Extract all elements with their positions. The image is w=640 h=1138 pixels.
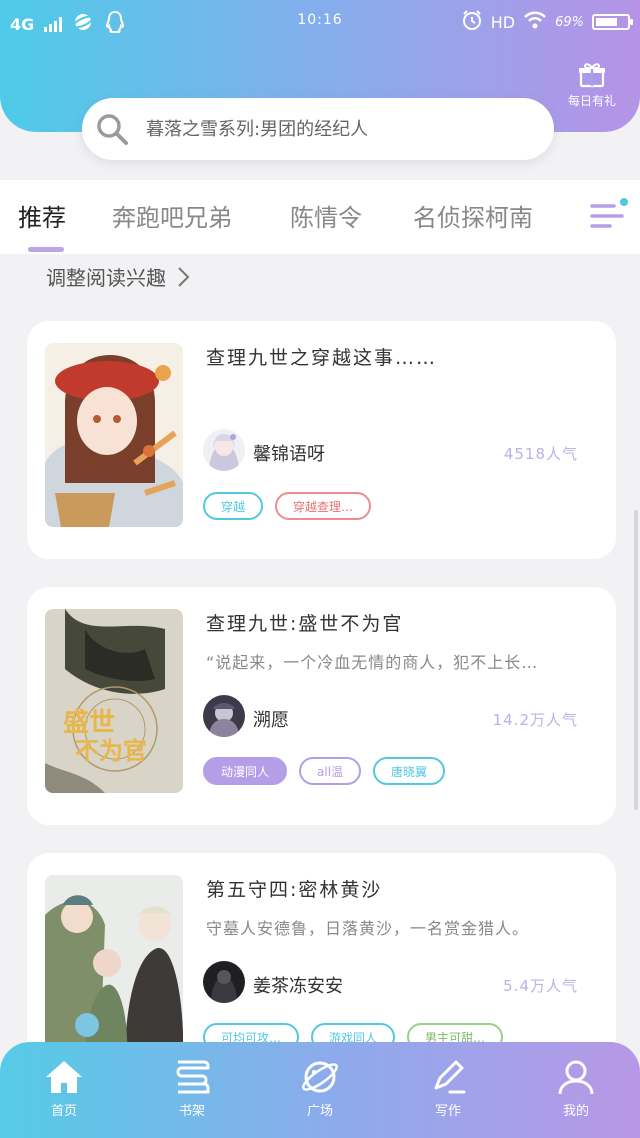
alarm-icon [461, 9, 483, 35]
story-card[interactable]: 查理九世之穿越这事…… 馨锦语呀 4518人气 穿越 穿越查理… [27, 321, 616, 559]
search-icon [92, 109, 132, 149]
wifi-icon [523, 10, 547, 34]
cover-image [45, 343, 183, 527]
tag[interactable]: 动漫同人 [203, 757, 288, 785]
status-bar: 4G 10:16 HD 69% [0, 0, 640, 44]
story-title: 查理九世:盛世不为官 [206, 613, 404, 635]
popularity-count: 14.2万人气 [492, 711, 578, 729]
hd-label: HD [490, 12, 516, 32]
battery-percent: 69% [555, 14, 584, 30]
tag-list: 动漫同人 all温 唐晓翼 [203, 757, 446, 785]
story-card[interactable]: 盛世 不为官 查理九世:盛世不为官 “说起来，一个冷血无情的商人，犯不上长… 溯… [27, 587, 616, 825]
tag[interactable]: all温 [299, 757, 362, 785]
adjust-interest-link[interactable]: 调整阅读兴趣 [46, 262, 190, 291]
nav-square[interactable]: 广场 [280, 1058, 360, 1119]
adjust-interest-label: 调整阅读兴趣 [46, 266, 166, 290]
nav-label: 广场 [306, 1104, 333, 1119]
tab-chen-qing-ling[interactable]: 陈情令 [290, 198, 362, 233]
bookshelf-icon [176, 1060, 210, 1094]
nav-bookshelf[interactable]: 书架 [152, 1058, 232, 1119]
menu-icon [590, 198, 628, 228]
battery-fill [596, 18, 617, 26]
planet-icon [302, 1061, 338, 1093]
nav-write[interactable]: 写作 [408, 1058, 488, 1119]
tag[interactable]: 唐晓翼 [373, 757, 446, 785]
popularity-count: 5.4万人气 [503, 977, 578, 995]
tab-detective-conan[interactable]: 名侦探柯南 [413, 198, 533, 233]
avatar[interactable] [203, 961, 245, 1003]
tab-menu-button[interactable] [590, 194, 630, 238]
category-tabs: 推荐 奔跑吧兄弟 陈情令 名侦探柯南 [0, 180, 640, 254]
active-tab-indicator [28, 247, 64, 252]
author-name: 馨锦语呀 [253, 444, 325, 465]
nav-profile[interactable]: 我的 [536, 1058, 616, 1119]
daily-gift-label: 每日有礼 [567, 94, 616, 108]
popularity-count: 4518人气 [503, 445, 578, 463]
user-icon [558, 1060, 594, 1095]
tab-recommend[interactable]: 推荐 [18, 198, 66, 233]
author-name: 姜茶冻安安 [253, 976, 343, 997]
daily-gift-button[interactable]: 每日有礼 [560, 62, 624, 109]
svg-text:不为官: 不为官 [75, 736, 147, 765]
story-title: 第五守四:密林黄沙 [206, 879, 383, 901]
nav-label: 书架 [178, 1104, 205, 1119]
search-bar[interactable] [82, 98, 554, 160]
nav-home[interactable]: 首页 [24, 1058, 104, 1119]
battery-icon [592, 14, 633, 30]
cover-image: 盛世 不为官 [45, 609, 183, 793]
gift-icon [579, 63, 605, 88]
avatar[interactable] [203, 429, 245, 471]
tag[interactable]: 穿越查理… [275, 492, 372, 520]
story-summary: “说起来，一个冷血无情的商人，犯不上长… [206, 653, 539, 672]
author-name: 溯愿 [253, 710, 289, 731]
status-right: HD 69% [461, 9, 633, 35]
nav-label: 首页 [50, 1104, 77, 1119]
home-icon [46, 1061, 82, 1093]
pen-icon [434, 1060, 466, 1094]
cover-image [45, 875, 183, 1059]
nav-label: 写作 [434, 1104, 461, 1119]
scrollbar[interactable] [634, 510, 638, 810]
tag-list: 穿越 穿越查理… [203, 492, 372, 520]
bottom-navigation: 首页 书架 广场 写作 我的 [0, 1042, 640, 1138]
nav-label: 我的 [562, 1104, 589, 1119]
chevron-right-icon [178, 266, 190, 287]
svg-text:盛世: 盛世 [63, 707, 115, 738]
tab-running-man[interactable]: 奔跑吧兄弟 [112, 198, 232, 233]
tag[interactable]: 穿越 [203, 492, 264, 520]
avatar[interactable] [203, 695, 245, 737]
story-title: 查理九世之穿越这事…… [206, 347, 438, 369]
story-summary: 守墓人安德鲁，日落黄沙，一名赏金猎人。 [206, 919, 530, 938]
search-input[interactable] [144, 117, 528, 141]
